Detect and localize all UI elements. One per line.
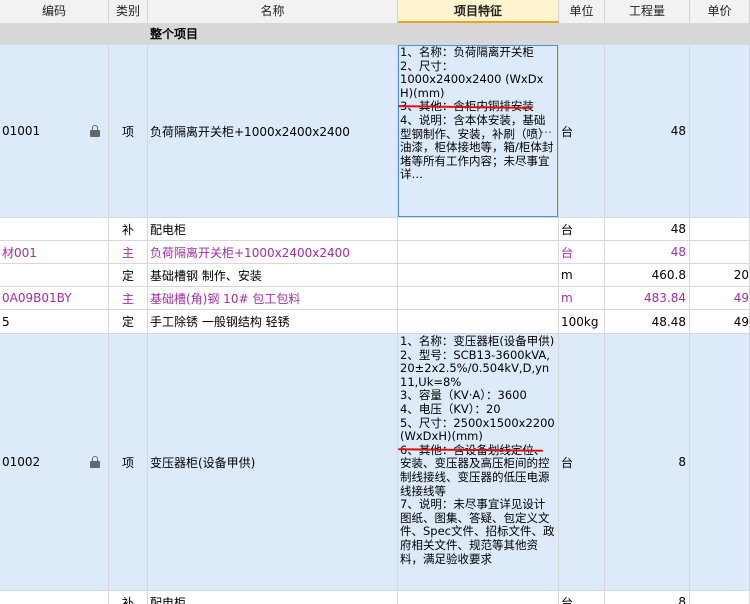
item-code[interactable]: 0A09B01BY	[0, 287, 109, 309]
item-name[interactable]: 负荷隔离开关柜+1000x2400x2400	[148, 241, 398, 263]
item-unit[interactable]: 台	[559, 45, 605, 217]
header-qty[interactable]: 工程量	[605, 0, 690, 23]
item-name[interactable]: 配电柜	[148, 218, 398, 240]
item-name[interactable]: 基础槽钢 制作、安装	[148, 264, 398, 286]
table-row[interactable]: 0A09B01BY 主 基础槽(角)钢 10# 包工包料 m 483.84 49	[0, 287, 750, 310]
grid-header: 编码 类别 名称 项目特征 单位 工程量 单价	[0, 0, 750, 24]
group-row[interactable]: 整个项目	[0, 23, 750, 45]
item-name[interactable]: 变压器柜(设备甲供)	[148, 334, 398, 590]
item-qty[interactable]: 48	[605, 241, 690, 263]
header-code[interactable]: 编码	[0, 0, 109, 23]
item-qty[interactable]: 460.8	[605, 264, 690, 286]
item-qty[interactable]: 48	[605, 45, 690, 217]
header-name[interactable]: 名称	[148, 0, 398, 23]
item-code[interactable]: 材001	[0, 241, 109, 263]
item-qty[interactable]: 48	[605, 218, 690, 240]
item-code[interactable]	[0, 591, 109, 604]
header-type[interactable]: 类别	[109, 0, 148, 23]
item-price[interactable]	[690, 45, 750, 217]
item-name[interactable]: 配电柜	[148, 591, 398, 604]
item-feature[interactable]	[398, 310, 559, 333]
item-name[interactable]: 负荷隔离开关柜+1000x2400x2400	[148, 45, 398, 217]
group-qty-cell	[605, 23, 690, 44]
item-feature[interactable]	[398, 287, 559, 309]
table-row[interactable]: 补 配电柜 台 8	[0, 591, 750, 604]
table-row[interactable]: 5 定 手工除锈 一般钢结构 轻锈 100kg 48.48 49	[0, 310, 750, 334]
lock-icon	[90, 456, 100, 468]
feature-cell[interactable]: 1、名称：变压器柜(设备甲供) 2、型号：SCB13-3600kVA,20±2x…	[398, 334, 559, 590]
item-type[interactable]: 主	[109, 287, 148, 309]
group-feature-cell	[398, 23, 559, 44]
item-price[interactable]: 49	[690, 287, 750, 309]
item-type[interactable]: 定	[109, 264, 148, 286]
header-unit[interactable]: 单位	[559, 0, 605, 23]
lock-icon	[90, 125, 100, 137]
table-row[interactable]: 材001 主 负荷隔离开关柜+1000x2400x2400 台 48	[0, 241, 750, 264]
item-code[interactable]: 5	[0, 310, 109, 333]
item-unit[interactable]: m	[559, 287, 605, 309]
code-cell[interactable]: 01002	[0, 334, 109, 590]
item-unit[interactable]: 台	[559, 218, 605, 240]
group-unit-cell	[559, 23, 605, 44]
feature-cell-editing[interactable]: 1、名称：负荷隔离开关柜 2、尺寸： 1000x2400x2400 (WxDxH…	[398, 45, 559, 217]
header-feature[interactable]: 项目特征	[398, 0, 559, 23]
item-price[interactable]	[690, 241, 750, 263]
more-icon[interactable]: …	[540, 122, 552, 136]
item-feature: 1、名称：变压器柜(设备甲供) 2、型号：SCB13-3600kVA,20±2x…	[400, 334, 555, 566]
item-price[interactable]: 20	[690, 264, 750, 286]
item-unit[interactable]: 100kg	[559, 310, 605, 333]
table-row[interactable]: 补 配电柜 台 48	[0, 218, 750, 241]
item-qty[interactable]: 8	[605, 591, 690, 604]
item-type[interactable]: 项	[109, 334, 148, 590]
table-row[interactable]: 定 基础槽钢 制作、安装 m 460.8 20	[0, 264, 750, 287]
header-price[interactable]: 单价	[690, 0, 750, 23]
item-unit[interactable]: m	[559, 264, 605, 286]
group-code-cell	[0, 23, 109, 44]
code-cell[interactable]: 01001	[0, 45, 109, 217]
item-price[interactable]	[690, 334, 750, 590]
item-type[interactable]: 项	[109, 45, 148, 217]
item-unit[interactable]: 台	[559, 591, 605, 604]
item-price[interactable]: 49	[690, 310, 750, 333]
item-code: 01001	[2, 124, 41, 138]
item-name[interactable]: 手工除锈 一般钢结构 轻锈	[148, 310, 398, 333]
item-type[interactable]: 定	[109, 310, 148, 333]
item-qty[interactable]: 483.84	[605, 287, 690, 309]
item-feature[interactable]	[398, 591, 559, 604]
item-price[interactable]	[690, 591, 750, 604]
item-qty[interactable]: 8	[605, 334, 690, 590]
feature-cell-focus-border	[398, 45, 558, 217]
item-unit[interactable]: 台	[559, 334, 605, 590]
item-qty[interactable]: 48.48	[605, 310, 690, 333]
item-type[interactable]: 补	[109, 591, 148, 604]
item-code[interactable]	[0, 264, 109, 286]
group-type-cell	[109, 23, 148, 44]
item-type[interactable]: 主	[109, 241, 148, 263]
item-name[interactable]: 基础槽(角)钢 10# 包工包料	[148, 287, 398, 309]
item-feature[interactable]	[398, 218, 559, 240]
table-row[interactable]: 01002 项 变压器柜(设备甲供) 1、名称：变压器柜(设备甲供) 2、型号：…	[0, 334, 750, 591]
item-code: 01002	[2, 455, 41, 469]
item-code[interactable]	[0, 218, 109, 240]
group-price-cell	[690, 23, 750, 44]
item-type[interactable]: 补	[109, 218, 148, 240]
table-row[interactable]: 01001 项 负荷隔离开关柜+1000x2400x2400 1、名称：负荷隔离…	[0, 45, 750, 218]
item-feature[interactable]	[398, 241, 559, 263]
item-unit[interactable]: 台	[559, 241, 605, 263]
bill-of-quantities-grid: 编码 类别 名称 项目特征 单位 工程量 单价 整个项目 01001 项 负荷隔…	[0, 0, 750, 604]
item-price[interactable]	[690, 218, 750, 240]
group-name: 整个项目	[148, 23, 398, 44]
item-feature[interactable]	[398, 264, 559, 286]
